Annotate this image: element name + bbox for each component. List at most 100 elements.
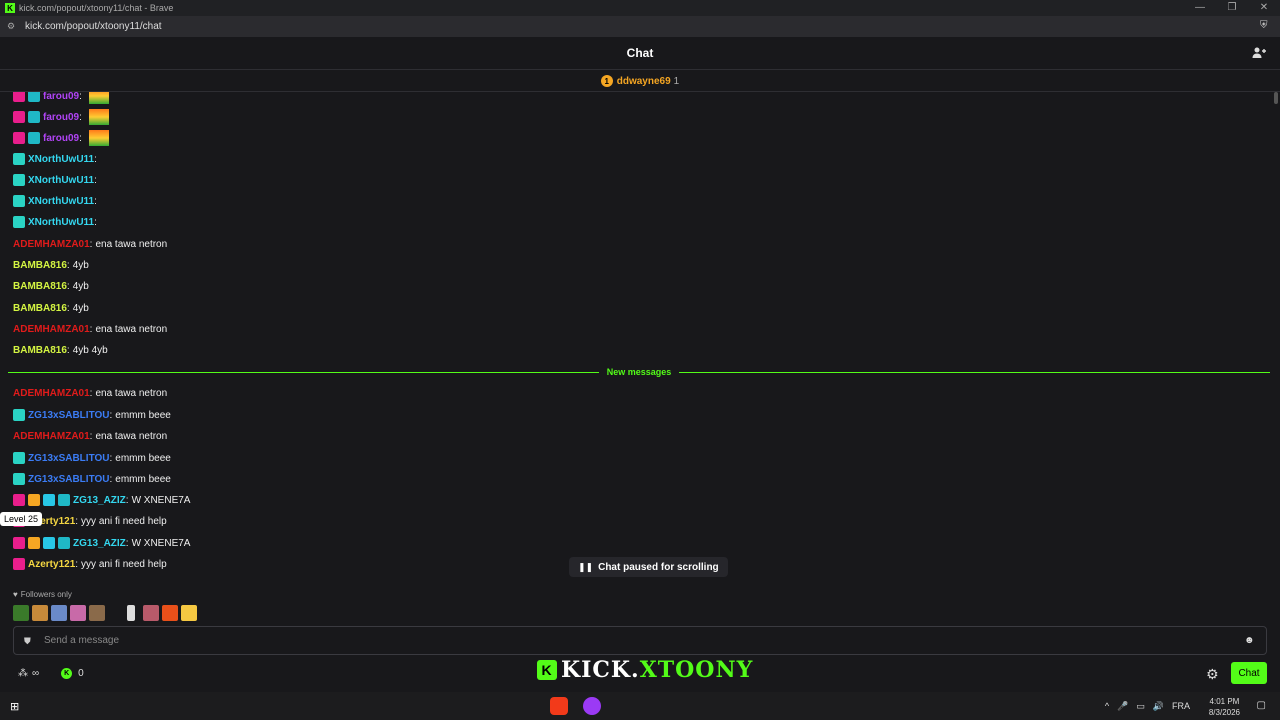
- windows-start-icon[interactable]: ⊞: [10, 700, 22, 713]
- user-badge-icon[interactable]: [28, 537, 40, 549]
- gifter-name[interactable]: ddwayne69: [617, 76, 671, 87]
- chat-message-row[interactable]: BAMBA816:4yb: [13, 278, 89, 294]
- user-badge-icon[interactable]: [28, 132, 40, 144]
- chat-scrollbar[interactable]: [1274, 92, 1278, 104]
- user-badge-icon[interactable]: [13, 92, 25, 102]
- user-badge-icon[interactable]: [13, 111, 25, 123]
- chat-message-row[interactable]: Azerty121: yyy ani fi need help: [13, 556, 167, 572]
- chat-message-row[interactable]: farou09:: [13, 92, 109, 104]
- chat-message-row[interactable]: XNorthUwU11:: [13, 151, 100, 167]
- brave-shield-icon[interactable]: ⛨: [1260, 20, 1272, 33]
- brave-app-icon[interactable]: [550, 697, 568, 715]
- address-bar[interactable]: ⚙ kick.com/popout/xtoony11/chat ⛨: [0, 16, 1280, 37]
- user-badge-icon[interactable]: [13, 216, 25, 228]
- chat-username[interactable]: Azerty121: [28, 559, 75, 570]
- emote-button[interactable]: [51, 605, 67, 621]
- url-text[interactable]: kick.com/popout/xtoony11/chat: [25, 21, 162, 32]
- emoji-picker-icon[interactable]: ☻: [1244, 635, 1256, 646]
- chat-username[interactable]: ADEMHAMZA01: [13, 239, 90, 250]
- user-badge-icon[interactable]: [13, 153, 25, 165]
- chat-message-row[interactable]: ADEMHAMZA01: ena tawa netron: [13, 428, 167, 444]
- chat-username[interactable]: XNorthUwU11: [28, 175, 94, 186]
- mic-icon[interactable]: 🎤: [1117, 701, 1128, 712]
- user-badge-icon[interactable]: [58, 537, 70, 549]
- language-indicator[interactable]: FRA: [1172, 701, 1190, 712]
- chevron-up-icon[interactable]: ^: [1105, 701, 1109, 712]
- clock[interactable]: 4:01 PM 8/3/2026: [1209, 696, 1240, 718]
- chat-username[interactable]: XNorthUwU11: [28, 217, 94, 228]
- user-badge-icon[interactable]: [13, 558, 25, 570]
- chat-message-row[interactable]: ZG13xSABLITOU: emmm beee: [13, 407, 171, 423]
- chat-message-row[interactable]: ZG13xSABLITOU: emmm beee: [13, 471, 171, 487]
- minimize-icon[interactable]: —: [1184, 0, 1216, 16]
- emote-button[interactable]: [181, 605, 197, 621]
- chat-username[interactable]: ZG13xSABLITOU: [28, 410, 110, 421]
- chat-username[interactable]: ADEMHAMZA01: [13, 431, 90, 442]
- emote-button[interactable]: [13, 605, 29, 621]
- user-badge-icon[interactable]: [58, 494, 70, 506]
- chat-message-row[interactable]: XNorthUwU11:: [13, 214, 100, 230]
- emote-button[interactable]: [70, 605, 86, 621]
- emote-button[interactable]: [89, 605, 105, 621]
- chat-messages[interactable]: farou09: farou09: farou09: XNorthUwU11: XNor…: [0, 92, 1270, 582]
- app-icon[interactable]: [583, 697, 601, 715]
- chat-username[interactable]: BAMBA816: [13, 345, 67, 356]
- chat-username[interactable]: ADEMHAMZA01: [13, 324, 90, 335]
- user-badge-icon[interactable]: [13, 132, 25, 144]
- recent-emotes-bar[interactable]: [13, 605, 200, 621]
- chat-username[interactable]: XNorthUwU11: [28, 196, 94, 207]
- user-badge-icon[interactable]: [28, 111, 40, 123]
- chat-username[interactable]: ZG13xSABLITOU: [28, 474, 110, 485]
- user-badge-icon[interactable]: [13, 537, 25, 549]
- volume-icon[interactable]: 🔊: [1153, 701, 1164, 712]
- chat-message-row[interactable]: BAMBA816:4yb: [13, 257, 89, 273]
- emote-button[interactable]: [143, 605, 159, 621]
- user-badge-icon[interactable]: [13, 452, 25, 464]
- emote-button[interactable]: [108, 605, 124, 621]
- users-icon[interactable]: [1252, 46, 1266, 60]
- network-icon[interactable]: ▭: [1136, 701, 1145, 712]
- chat-message-row[interactable]: ZG13_AZIZ: W XNENE7A: [13, 535, 190, 551]
- chat-username[interactable]: BAMBA816: [13, 303, 67, 314]
- chat-username[interactable]: ADEMHAMZA01: [13, 388, 90, 399]
- chat-username[interactable]: farou09: [43, 92, 79, 102]
- chat-message-row[interactable]: ZG13_AZIZ: W XNENE7A: [13, 492, 190, 508]
- chat-username[interactable]: ZG13_AZIZ: [73, 538, 126, 549]
- chat-message-row[interactable]: BAMBA816:4yb: [13, 300, 89, 316]
- chat-message-row[interactable]: farou09:: [13, 130, 109, 146]
- user-badge-icon[interactable]: [43, 494, 55, 506]
- chat-message-row[interactable]: ADEMHAMZA01: ena tawa netron: [13, 385, 167, 401]
- chat-message-row[interactable]: XNorthUwU11:: [13, 172, 100, 188]
- user-badge-icon[interactable]: [13, 473, 25, 485]
- chat-username[interactable]: ZG13_AZIZ: [73, 495, 126, 506]
- user-badge-icon[interactable]: [13, 174, 25, 186]
- chat-username[interactable]: farou09: [43, 133, 79, 144]
- send-chat-button[interactable]: Chat: [1231, 662, 1267, 684]
- chat-message-row[interactable]: XNorthUwU11:: [13, 193, 100, 209]
- emote-button[interactable]: [127, 605, 135, 621]
- notification-icon[interactable]: ▢: [1257, 700, 1266, 711]
- chat-message-row[interactable]: ADEMHAMZA01: ena tawa netron: [13, 236, 167, 252]
- message-input[interactable]: [44, 635, 1244, 646]
- message-input-container[interactable]: ⛊ ☻: [13, 626, 1267, 655]
- chat-paused-button[interactable]: ❚❚ Chat paused for scrolling: [569, 557, 728, 577]
- chat-username[interactable]: farou09: [43, 112, 79, 123]
- emote-button[interactable]: [162, 605, 178, 621]
- user-badge-icon[interactable]: [13, 494, 25, 506]
- chat-message-row[interactable]: ZG13xSABLITOU: emmm beee: [13, 450, 171, 466]
- user-badge-icon[interactable]: [28, 494, 40, 506]
- infinity-icon[interactable]: ∞: [32, 668, 39, 679]
- restore-icon[interactable]: ❐: [1216, 0, 1248, 16]
- user-badge-icon[interactable]: [28, 92, 40, 102]
- chat-username[interactable]: BAMBA816: [13, 260, 67, 271]
- points-icon[interactable]: ⁂: [18, 668, 28, 679]
- chat-username[interactable]: ZG13xSABLITOU: [28, 453, 110, 464]
- gear-icon[interactable]: ⚙: [1206, 666, 1220, 682]
- user-badge-icon[interactable]: [13, 409, 25, 421]
- chat-username[interactable]: XNorthUwU11: [28, 154, 94, 165]
- chat-message-row[interactable]: ADEMHAMZA01: ena tawa netron: [13, 321, 167, 337]
- gifter-bar[interactable]: 1 ddwayne69 1: [0, 71, 1280, 92]
- chat-username[interactable]: BAMBA816: [13, 281, 67, 292]
- user-badge-icon[interactable]: [13, 195, 25, 207]
- emote-button[interactable]: [32, 605, 48, 621]
